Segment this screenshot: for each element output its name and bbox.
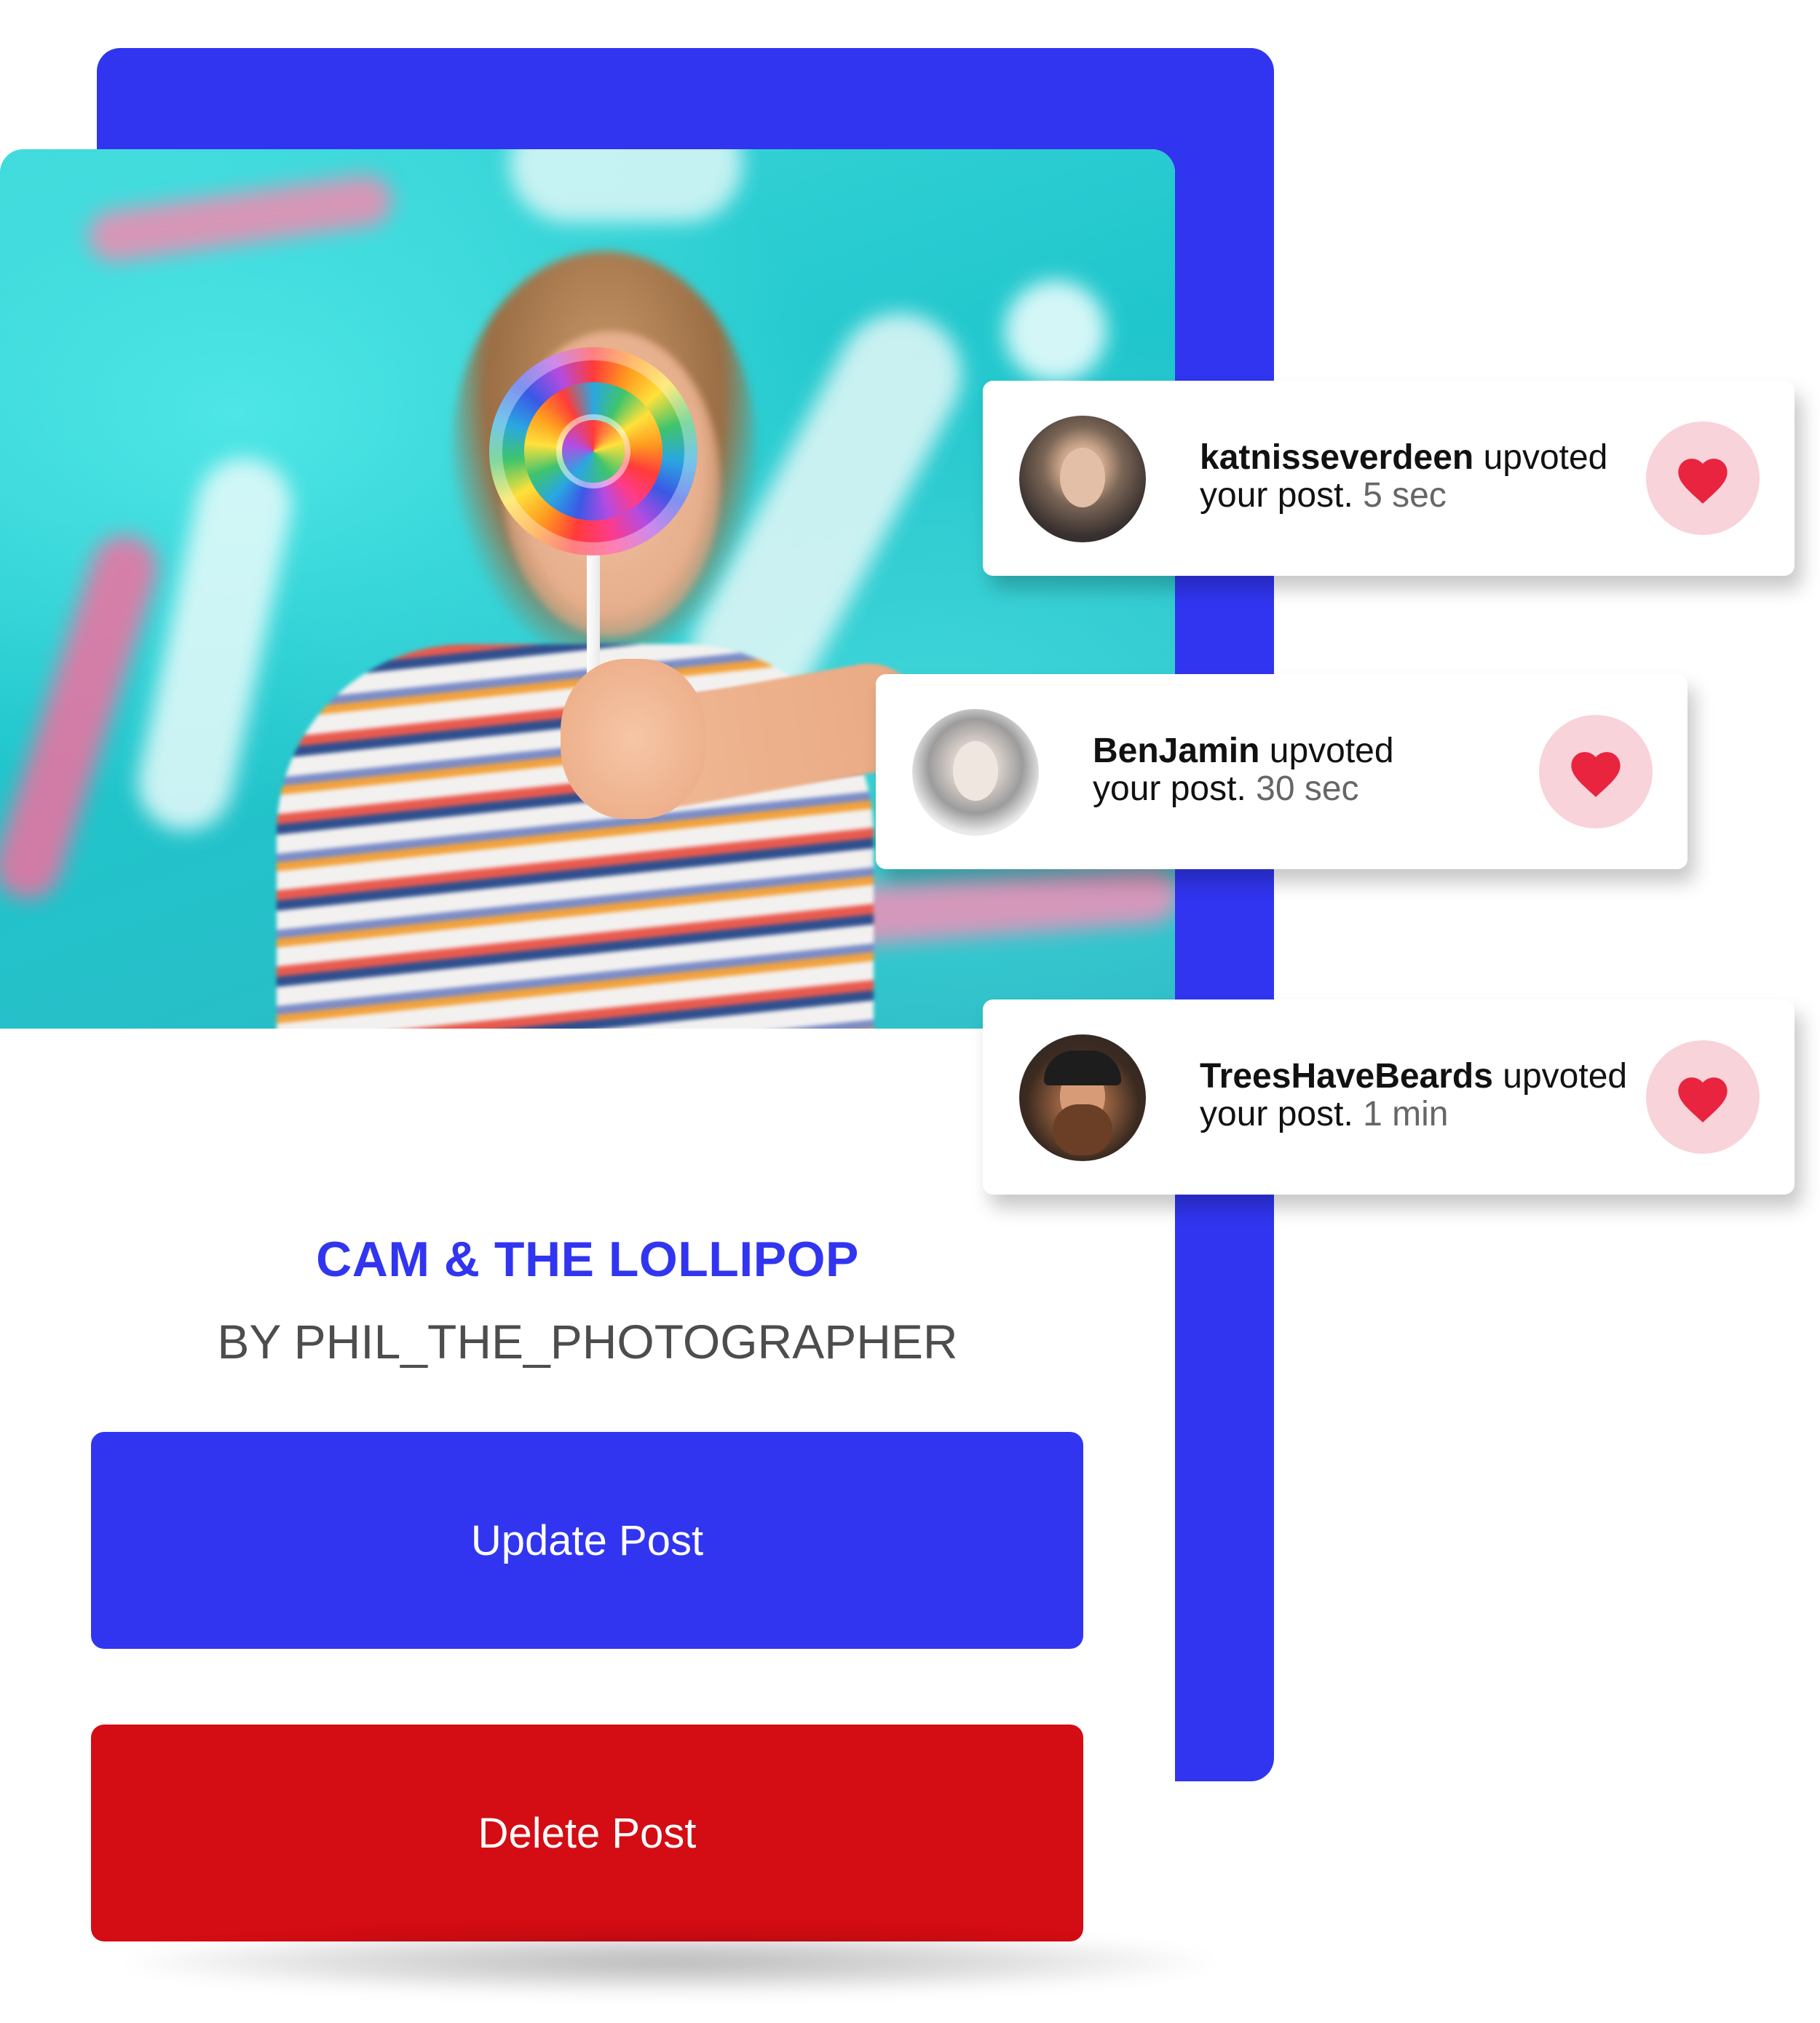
update-post-button[interactable]: Update Post: [91, 1432, 1083, 1649]
notification-message: your post.: [1200, 476, 1353, 515]
heart-button[interactable]: [1646, 1040, 1760, 1154]
heart-icon: [1678, 1077, 1728, 1123]
notification-username[interactable]: BenJamin: [1093, 732, 1259, 770]
heart-icon: [1678, 459, 1728, 504]
post-photo: [0, 149, 1175, 1029]
notification-time: 30 sec: [1256, 769, 1359, 808]
notification-action: upvoted: [1483, 438, 1608, 477]
avatar: [1019, 1034, 1146, 1161]
notification-username[interactable]: katnisseverdeen: [1200, 438, 1473, 477]
notification-text: BenJamin upvoted your post. 30 sec: [1093, 732, 1394, 808]
avatar: [1019, 416, 1146, 542]
notification-time: 5 sec: [1363, 476, 1447, 515]
notification-text: TreesHaveBeards upvoted your post. 1 min: [1200, 1058, 1627, 1133]
heart-button[interactable]: [1539, 715, 1653, 828]
post-author: BY PHIL_THE_PHOTOGRAPHER: [217, 1315, 958, 1369]
notification-time: 1 min: [1363, 1095, 1449, 1133]
avatar: [912, 709, 1039, 836]
notification-action: upvoted: [1269, 732, 1394, 770]
notification-text: katnisseverdeen upvoted your post. 5 sec: [1200, 439, 1607, 515]
notification-message: your post.: [1093, 769, 1246, 808]
post-title: CAM & THE LOLLIPOP: [316, 1232, 859, 1287]
notification-action: upvoted: [1503, 1057, 1628, 1096]
notification-username[interactable]: TreesHaveBeards: [1200, 1057, 1493, 1096]
notification-card[interactable]: TreesHaveBeards upvoted your post. 1 min: [983, 999, 1795, 1195]
notification-message: your post.: [1200, 1095, 1353, 1133]
heart-button[interactable]: [1646, 421, 1760, 535]
lollipop: [489, 347, 697, 555]
delete-post-button[interactable]: Delete Post: [91, 1725, 1083, 1941]
heart-icon: [1571, 752, 1621, 797]
notification-card[interactable]: BenJamin upvoted your post. 30 sec: [876, 674, 1688, 869]
floor-shadow: [124, 1929, 1216, 1995]
notification-card[interactable]: katnisseverdeen upvoted your post. 5 sec: [983, 381, 1795, 576]
